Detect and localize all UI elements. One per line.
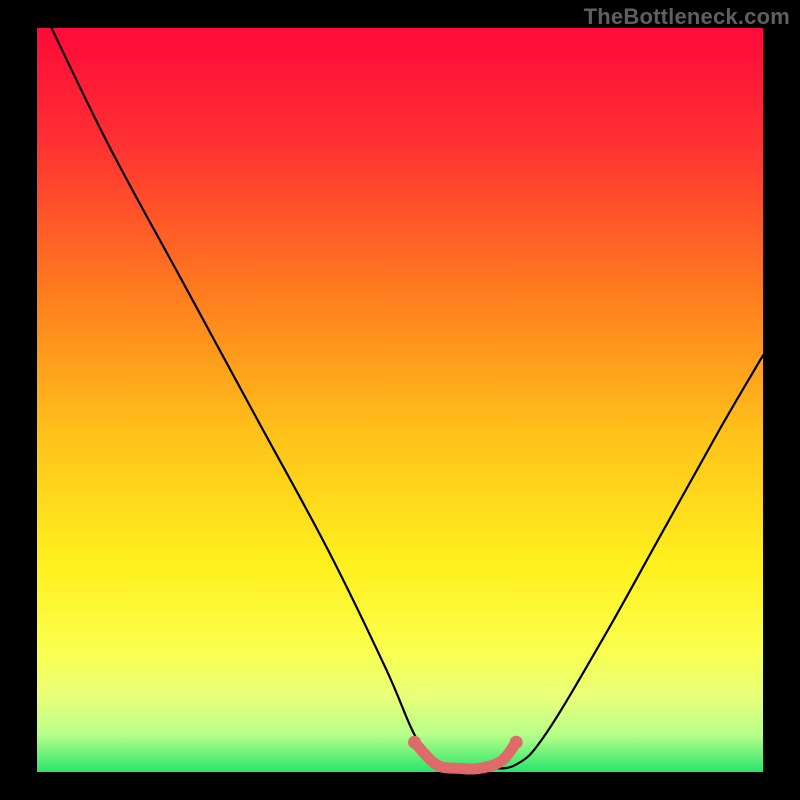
chart-frame: TheBottleneck.com xyxy=(0,0,800,800)
bottleneck-chart xyxy=(0,0,800,800)
plot-background xyxy=(37,28,763,772)
optimal-endpoint xyxy=(408,736,421,749)
optimal-endpoint xyxy=(510,736,523,749)
attribution-label: TheBottleneck.com xyxy=(584,4,790,30)
